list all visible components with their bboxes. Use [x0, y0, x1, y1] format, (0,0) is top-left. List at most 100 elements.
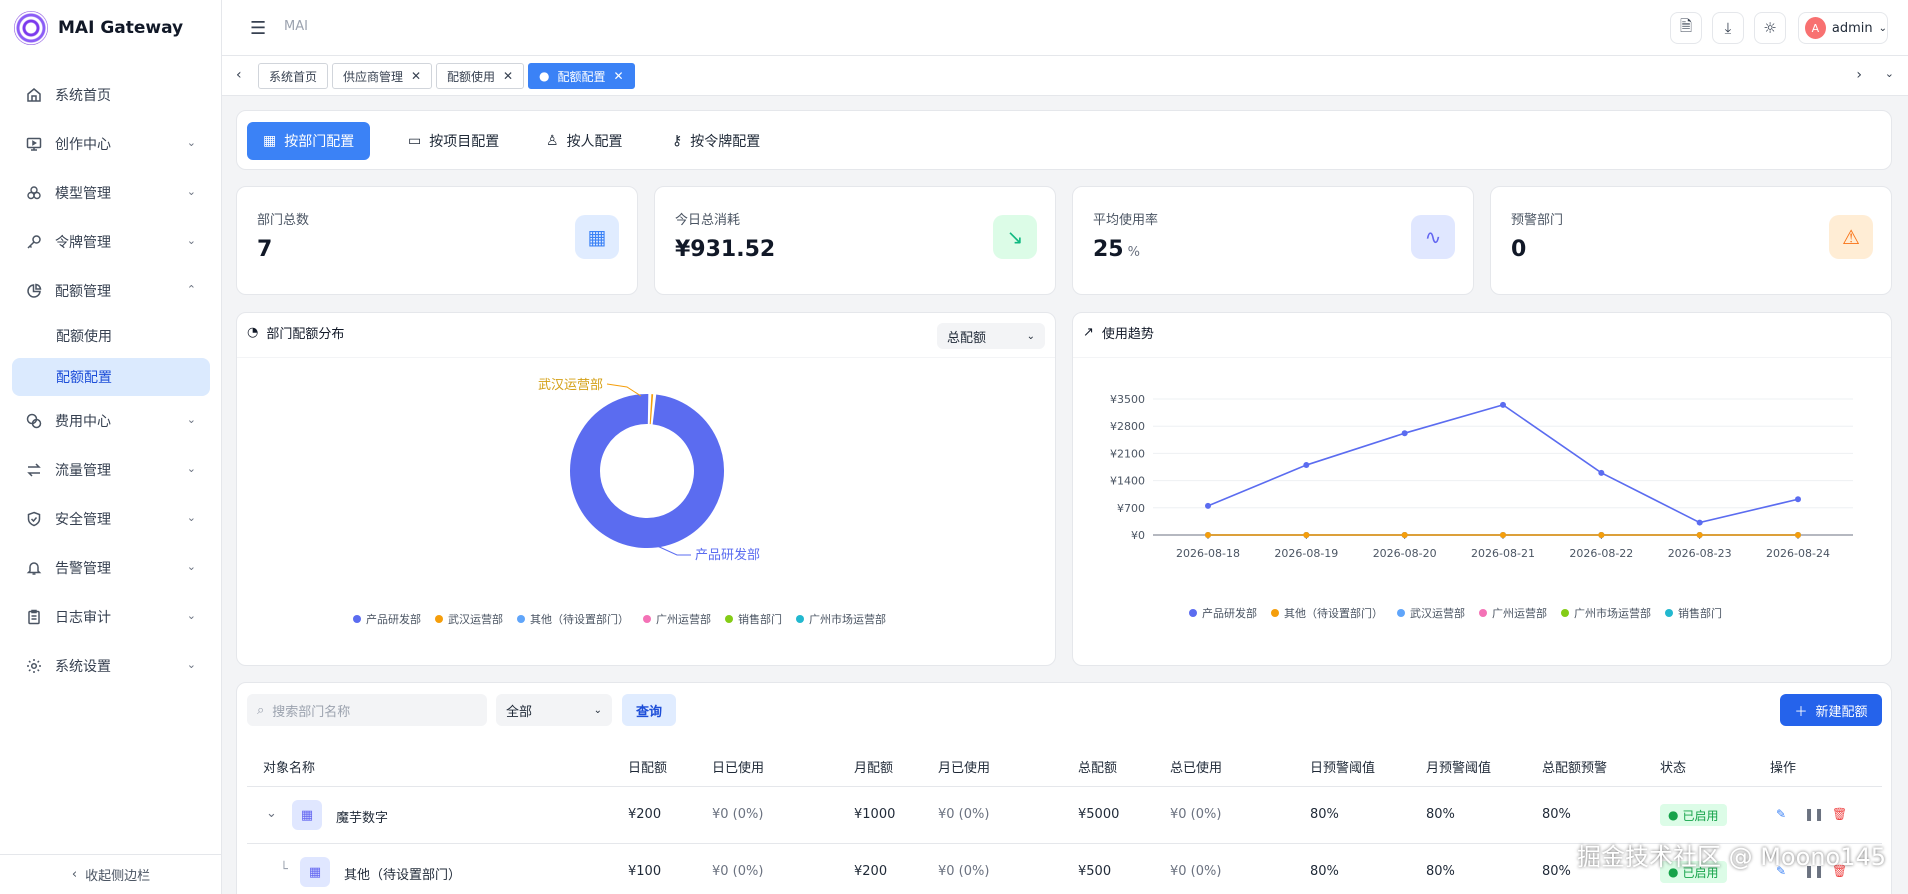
cell-total-quota: ¥5000 — [1078, 807, 1120, 822]
cubes-icon — [25, 184, 43, 202]
data-point[interactable] — [1303, 532, 1310, 538]
coins-icon — [25, 412, 43, 430]
tabs-scroll-right-icon[interactable]: › — [1856, 67, 1862, 83]
data-point[interactable] — [1696, 532, 1703, 538]
legend-item[interactable]: 武汉运营部 — [435, 611, 503, 627]
cell-monthly-quota: ¥200 — [854, 864, 888, 879]
pause-icon[interactable]: ❚❚ — [1804, 807, 1824, 821]
user-menu[interactable]: A admin ⌄ — [1798, 12, 1888, 44]
data-point[interactable] — [1598, 469, 1605, 476]
tab-quota-usage[interactable]: 配额使用 ✕ — [436, 63, 525, 89]
panel-header: ↗ 使用趋势 — [1083, 323, 1154, 342]
legend-item[interactable]: 广州市场运营部 — [796, 611, 886, 627]
tabs-menu-icon[interactable]: ⌄ — [1885, 67, 1894, 80]
sidebar-item-tokens[interactable]: 令牌管理 ⌄ — [12, 217, 210, 266]
legend-item[interactable]: 产品研发部 — [353, 611, 421, 627]
legend-label: 广州运营部 — [1492, 607, 1547, 620]
collapse-sidebar-button[interactable]: ‹ 收起侧边栏 — [0, 854, 222, 894]
expand-icon[interactable]: ⌄ — [266, 806, 277, 821]
data-point[interactable] — [1205, 502, 1211, 509]
edit-icon[interactable]: ✎ — [1776, 807, 1786, 821]
query-button[interactable]: 查询 — [622, 694, 676, 726]
sidebar-subitem-quota-usage[interactable]: 配额使用 — [12, 315, 210, 356]
y-tick-label: ¥3500 — [1110, 393, 1145, 406]
legend-item[interactable]: 广州市场运营部 — [1561, 605, 1651, 621]
sidebar-item-audit[interactable]: 日志审计 ⌄ — [12, 592, 210, 641]
data-point[interactable] — [1303, 462, 1310, 469]
sidebar-item-quota[interactable]: 配额管理 ⌃ — [12, 266, 210, 315]
column-header: 日已使用 — [712, 761, 765, 776]
data-point[interactable] — [1598, 532, 1605, 538]
y-tick-label: ¥700 — [1117, 502, 1145, 515]
tab-home[interactable]: 系统首页 — [258, 63, 329, 89]
tab-quota-config[interactable]: ● 配额配置 ✕ — [528, 63, 635, 89]
pie-label: 武汉运营部 — [538, 378, 603, 393]
search-input[interactable]: ⌕ 搜索部门名称 — [247, 694, 487, 726]
sidebar-item-label: 告警管理 — [55, 560, 111, 577]
sidebar-item-label: 日志审计 — [55, 609, 111, 626]
tab-supplier[interactable]: 供应商管理 ✕ — [332, 63, 433, 89]
data-point[interactable] — [1500, 532, 1506, 538]
close-icon[interactable]: ✕ — [411, 69, 421, 83]
tab-by-department[interactable]: ▦ 按部门配置 — [247, 122, 371, 160]
close-icon[interactable]: ✕ — [614, 69, 624, 83]
sidebar-item-home[interactable]: 系统首页 — [12, 70, 210, 119]
tabs-scroll-left-icon[interactable]: ‹ — [236, 67, 242, 83]
quota-type-select[interactable]: 总配额 ⌄ — [937, 323, 1045, 349]
building-icon: ▦ — [300, 857, 330, 887]
sidebar-item-billing[interactable]: 费用中心 ⌄ — [12, 396, 210, 445]
data-point[interactable] — [1795, 532, 1801, 538]
data-point[interactable] — [1500, 401, 1506, 408]
x-tick-label: 2026-08-23 — [1668, 547, 1732, 560]
delete-icon[interactable]: 🗑 — [1832, 807, 1847, 821]
tab-by-project[interactable]: ▭ 按项目配置 — [392, 122, 515, 160]
document-button[interactable]: 🗎 — [1670, 12, 1702, 44]
sidebar-item-models[interactable]: 模型管理 ⌄ — [12, 168, 210, 217]
pie-slice[interactable] — [570, 394, 724, 548]
legend-dot — [1271, 609, 1279, 617]
legend-dot — [1189, 609, 1197, 617]
sidebar-item-label: 模型管理 — [55, 185, 111, 202]
legend-label: 其他（待设置部门） — [1284, 607, 1383, 620]
download-button[interactable]: ⤓ — [1712, 12, 1744, 44]
status-filter-select[interactable]: 全部 ⌄ — [496, 694, 612, 726]
pie-label: 产品研发部 — [695, 547, 760, 563]
page-tabs: ‹ 系统首页 供应商管理 ✕ 配额使用 ✕ ● 配额配置 ✕ › ⌄ — [222, 56, 1908, 96]
data-point[interactable] — [1401, 430, 1408, 437]
stat-card-departments: 部门总数 7 ▦ — [236, 186, 638, 295]
sidebar-item-traffic[interactable]: 流量管理 ⌄ — [12, 445, 210, 494]
data-point[interactable] — [1795, 496, 1801, 503]
sidebar-item-settings[interactable]: 系统设置 ⌄ — [12, 641, 210, 690]
tab-by-person[interactable]: ♙ 按人配置 — [530, 122, 639, 160]
stat-card-usage-rate: 平均使用率 25% ∿ — [1072, 186, 1474, 295]
sidebar-item-security[interactable]: 安全管理 ⌄ — [12, 494, 210, 543]
sidebar-subitem-quota-config[interactable]: 配额配置 — [12, 358, 210, 396]
legend-item[interactable]: 其他（待设置部门） — [517, 611, 629, 627]
sidebar-item-alerts[interactable]: 告警管理 ⌄ — [12, 543, 210, 592]
app-logo[interactable]: MAI Gateway — [14, 10, 183, 46]
x-tick-label: 2026-08-22 — [1569, 547, 1633, 560]
data-point[interactable] — [1205, 532, 1211, 538]
chevron-down-icon: ⌄ — [186, 609, 196, 622]
legend-item[interactable]: 产品研发部 — [1189, 605, 1257, 621]
sidebar-item-label: 令牌管理 — [55, 234, 111, 251]
legend-item[interactable]: 销售部门 — [725, 611, 782, 627]
segment-label: 按令牌配置 — [690, 134, 761, 150]
breadcrumb[interactable]: MAI — [284, 19, 308, 34]
legend-item[interactable]: 广州运营部 — [1479, 605, 1547, 621]
cell-daily-used: ¥0 (0%) — [712, 807, 764, 822]
data-point[interactable] — [1696, 519, 1703, 526]
legend-label: 产品研发部 — [366, 613, 421, 626]
legend-item[interactable]: 武汉运营部 — [1397, 605, 1465, 621]
sidebar-item-creation[interactable]: 创作中心 ⌄ — [12, 119, 210, 168]
tab-by-token[interactable]: ⚷ 按令牌配置 — [656, 122, 776, 160]
close-icon[interactable]: ✕ — [503, 69, 513, 83]
data-point[interactable] — [1401, 532, 1408, 538]
legend-item[interactable]: 其他（待设置部门） — [1271, 605, 1383, 621]
legend-item[interactable]: 销售部门 — [1665, 605, 1722, 621]
legend-item[interactable]: 广州运营部 — [643, 611, 711, 627]
new-quota-button[interactable]: ＋ 新建配额 — [1780, 694, 1882, 726]
theme-toggle-button[interactable]: ☼ — [1754, 12, 1786, 44]
cell-monthly-warning: 80% — [1426, 864, 1455, 879]
menu-toggle-icon[interactable]: ☰ — [250, 18, 266, 39]
